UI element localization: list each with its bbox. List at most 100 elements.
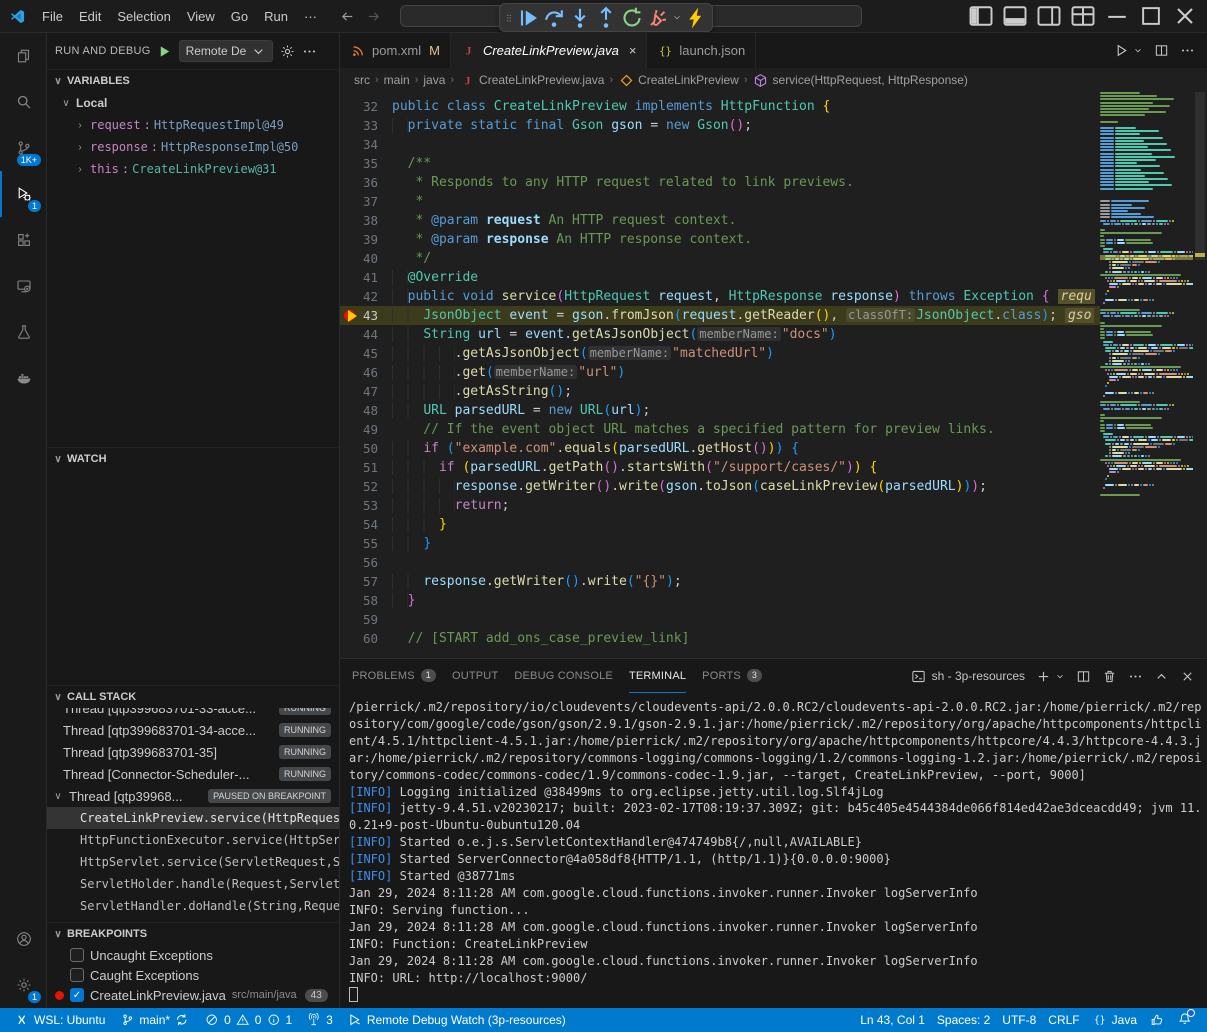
toggle-secondary-sidebar-button[interactable] — [1035, 2, 1063, 30]
minimap[interactable] — [1100, 92, 1193, 658]
disconnect-chevron-icon[interactable] — [672, 10, 682, 26]
breadcrumb-item[interactable]: service(HttpRequest, HttpResponse) — [753, 72, 968, 88]
variable-row[interactable]: ›this: CreateLinkPreview@31 — [47, 158, 339, 180]
menu-view[interactable]: View — [179, 6, 223, 27]
variables-header[interactable]: ∨VARIABLES — [47, 70, 339, 92]
gutter-line-33[interactable]: 33 — [340, 116, 392, 135]
status-radio-tower[interactable]: 3 — [300, 1008, 339, 1032]
code-text[interactable]: * @param response An HTTP response conte… — [392, 230, 1100, 249]
stack-frame-row[interactable]: CreateLinkPreview.service(HttpReques — [47, 807, 339, 829]
maximize-panel-icon[interactable] — [1153, 668, 1169, 684]
menu-file[interactable]: File — [34, 6, 71, 27]
code-text[interactable]: JsonObject event = gson.fromJson(request… — [392, 306, 1100, 325]
code-text[interactable]: // If the event object URL matches a spe… — [392, 420, 1100, 439]
terminal-instance[interactable]: sh - 3p-resources — [911, 668, 1025, 684]
variable-row[interactable]: ›request: HttpRequestImpl@49 — [47, 114, 339, 136]
gutter-line-47[interactable]: 47 — [340, 382, 392, 401]
code-text[interactable]: /** — [392, 154, 1100, 173]
status-thumbsup[interactable] — [1143, 1012, 1171, 1028]
code-text[interactable]: response.getWriter().write("{}"); — [392, 572, 1100, 591]
thread-row[interactable]: Thread [qtp399683701-33-acce...RUNNING — [47, 708, 339, 719]
gutter-line-48[interactable]: 48 — [340, 401, 392, 420]
gutter-line-53[interactable]: 53 — [340, 496, 392, 515]
code-text[interactable]: } — [392, 534, 1100, 553]
activity-run-and-debug[interactable]: 1 — [0, 171, 46, 217]
stack-frame-row[interactable]: HttpFunctionExecutor.service(HttpSer — [47, 829, 339, 851]
gutter-line-58[interactable]: 58 — [340, 591, 392, 610]
breakpoints-header[interactable]: ∨BREAKPOINTS — [47, 923, 339, 945]
panel-tab-ports[interactable]: PORTS3 — [702, 659, 762, 693]
breadcrumb-item[interactable]: CreateLinkPreview — [618, 72, 739, 88]
code-text[interactable]: private static final Gson gson = new Gso… — [392, 116, 1100, 135]
step-out-button[interactable] — [594, 6, 618, 29]
new-terminal-button[interactable] — [1035, 668, 1051, 684]
gutter-line-46[interactable]: 46 — [340, 363, 392, 382]
debug-settings-gear-icon[interactable] — [279, 43, 295, 59]
code-text[interactable]: .getAsString(); — [392, 382, 1100, 401]
activity-source-control[interactable]: 1K+ — [0, 125, 46, 171]
maximize-button[interactable] — [1137, 2, 1165, 30]
code-area[interactable]: 32public class CreateLinkPreview impleme… — [340, 92, 1100, 658]
code-text[interactable]: } — [392, 591, 1100, 610]
panel-more-actions-icon[interactable] — [1127, 668, 1143, 684]
step-over-button[interactable] — [542, 6, 566, 29]
close-tab-icon[interactable]: × — [629, 43, 637, 58]
panel-tab-terminal[interactable]: TERMINAL — [629, 659, 686, 693]
breakpoint-current-line-icon[interactable] — [344, 309, 357, 322]
panel-tab-debug-console[interactable]: DEBUG CONSOLE — [514, 659, 613, 693]
activity-search[interactable] — [0, 79, 46, 125]
gutter-line-40[interactable]: 40 — [340, 249, 392, 268]
code-text[interactable]: */ — [392, 249, 1100, 268]
start-debug-button[interactable] — [157, 43, 173, 59]
editor-more-actions-icon[interactable] — [1179, 43, 1195, 59]
gutter-line-50[interactable]: 50 — [340, 439, 392, 458]
panel-tab-problems[interactable]: PROBLEMS1 — [352, 659, 436, 693]
gutter-line-54[interactable]: 54 — [340, 515, 392, 534]
status-right-0[interactable]: Ln 43, Col 1 — [854, 1013, 931, 1027]
activity-accounts[interactable] — [0, 916, 46, 962]
menu-edit[interactable]: Edit — [71, 6, 109, 27]
menu-run[interactable]: Run — [256, 6, 296, 27]
gutter-line-55[interactable]: 55 — [340, 534, 392, 553]
run-java-button[interactable] — [1113, 43, 1129, 59]
code-text[interactable] — [392, 610, 1100, 629]
continue-button[interactable] — [516, 6, 540, 29]
toolbar-drag-handle[interactable] — [504, 13, 514, 23]
split-editor-button[interactable] — [1153, 43, 1169, 59]
restart-button[interactable] — [620, 6, 644, 29]
status-right-2[interactable]: UTF-8 — [996, 1013, 1042, 1027]
breakpoint-checkbox[interactable] — [70, 968, 84, 982]
close-window-button[interactable] — [1171, 2, 1199, 30]
code-text[interactable]: .getAsJsonObject(memberName:"matchedUrl"… — [392, 344, 1100, 363]
gutter-line-39[interactable]: 39 — [340, 230, 392, 249]
gutter-line-44[interactable]: 44 — [340, 325, 392, 344]
hot-code-replace-button[interactable] — [684, 6, 708, 29]
editor-scrollbar[interactable] — [1193, 92, 1207, 658]
terminal-profile-dropdown-icon[interactable] — [1055, 668, 1065, 684]
activity-docker[interactable] — [0, 355, 46, 401]
thread-row[interactable]: Thread [qtp399683701-35]RUNNING — [47, 741, 339, 763]
activity-explorer[interactable] — [0, 33, 46, 79]
customize-layout-button[interactable] — [1069, 2, 1097, 30]
launch-config-dropdown[interactable]: Remote De — [179, 40, 274, 62]
variable-row[interactable]: ›response: HttpResponseImpl@50 — [47, 136, 339, 158]
code-text[interactable]: public void service(HttpRequest request,… — [392, 287, 1100, 306]
close-panel-icon[interactable] — [1179, 668, 1195, 684]
scrollbar-slider[interactable] — [1195, 92, 1205, 260]
panel-tab-output[interactable]: OUTPUT — [452, 659, 498, 693]
toggle-sidebar-button[interactable] — [967, 2, 995, 30]
toggle-panel-button[interactable] — [1001, 2, 1029, 30]
gutter-line-38[interactable]: 38 — [340, 211, 392, 230]
stack-frame-row[interactable]: ServletHolder.handle(Request,Servlet — [47, 873, 339, 895]
menu-more[interactable]: ··· — [296, 6, 325, 27]
kill-terminal-button[interactable] — [1101, 668, 1117, 684]
terminal-output[interactable]: /pierrick/.m2/repository/io/cloudevents/… — [340, 693, 1207, 1008]
status-braces[interactable]: {}Java — [1086, 1012, 1143, 1028]
gutter-line-49[interactable]: 49 — [340, 420, 392, 439]
activity-extensions[interactable] — [0, 217, 46, 263]
breakpoint-checkbox[interactable]: ✓ — [70, 988, 84, 1002]
gutter-line-43[interactable]: 43 — [340, 306, 392, 325]
code-text[interactable]: String url = event.getAsJsonObject(membe… — [392, 325, 1100, 344]
call-stack-header[interactable]: ∨CALL STACK — [47, 686, 339, 708]
tab-pom.xml[interactable]: pom.xmlM — [340, 33, 451, 68]
